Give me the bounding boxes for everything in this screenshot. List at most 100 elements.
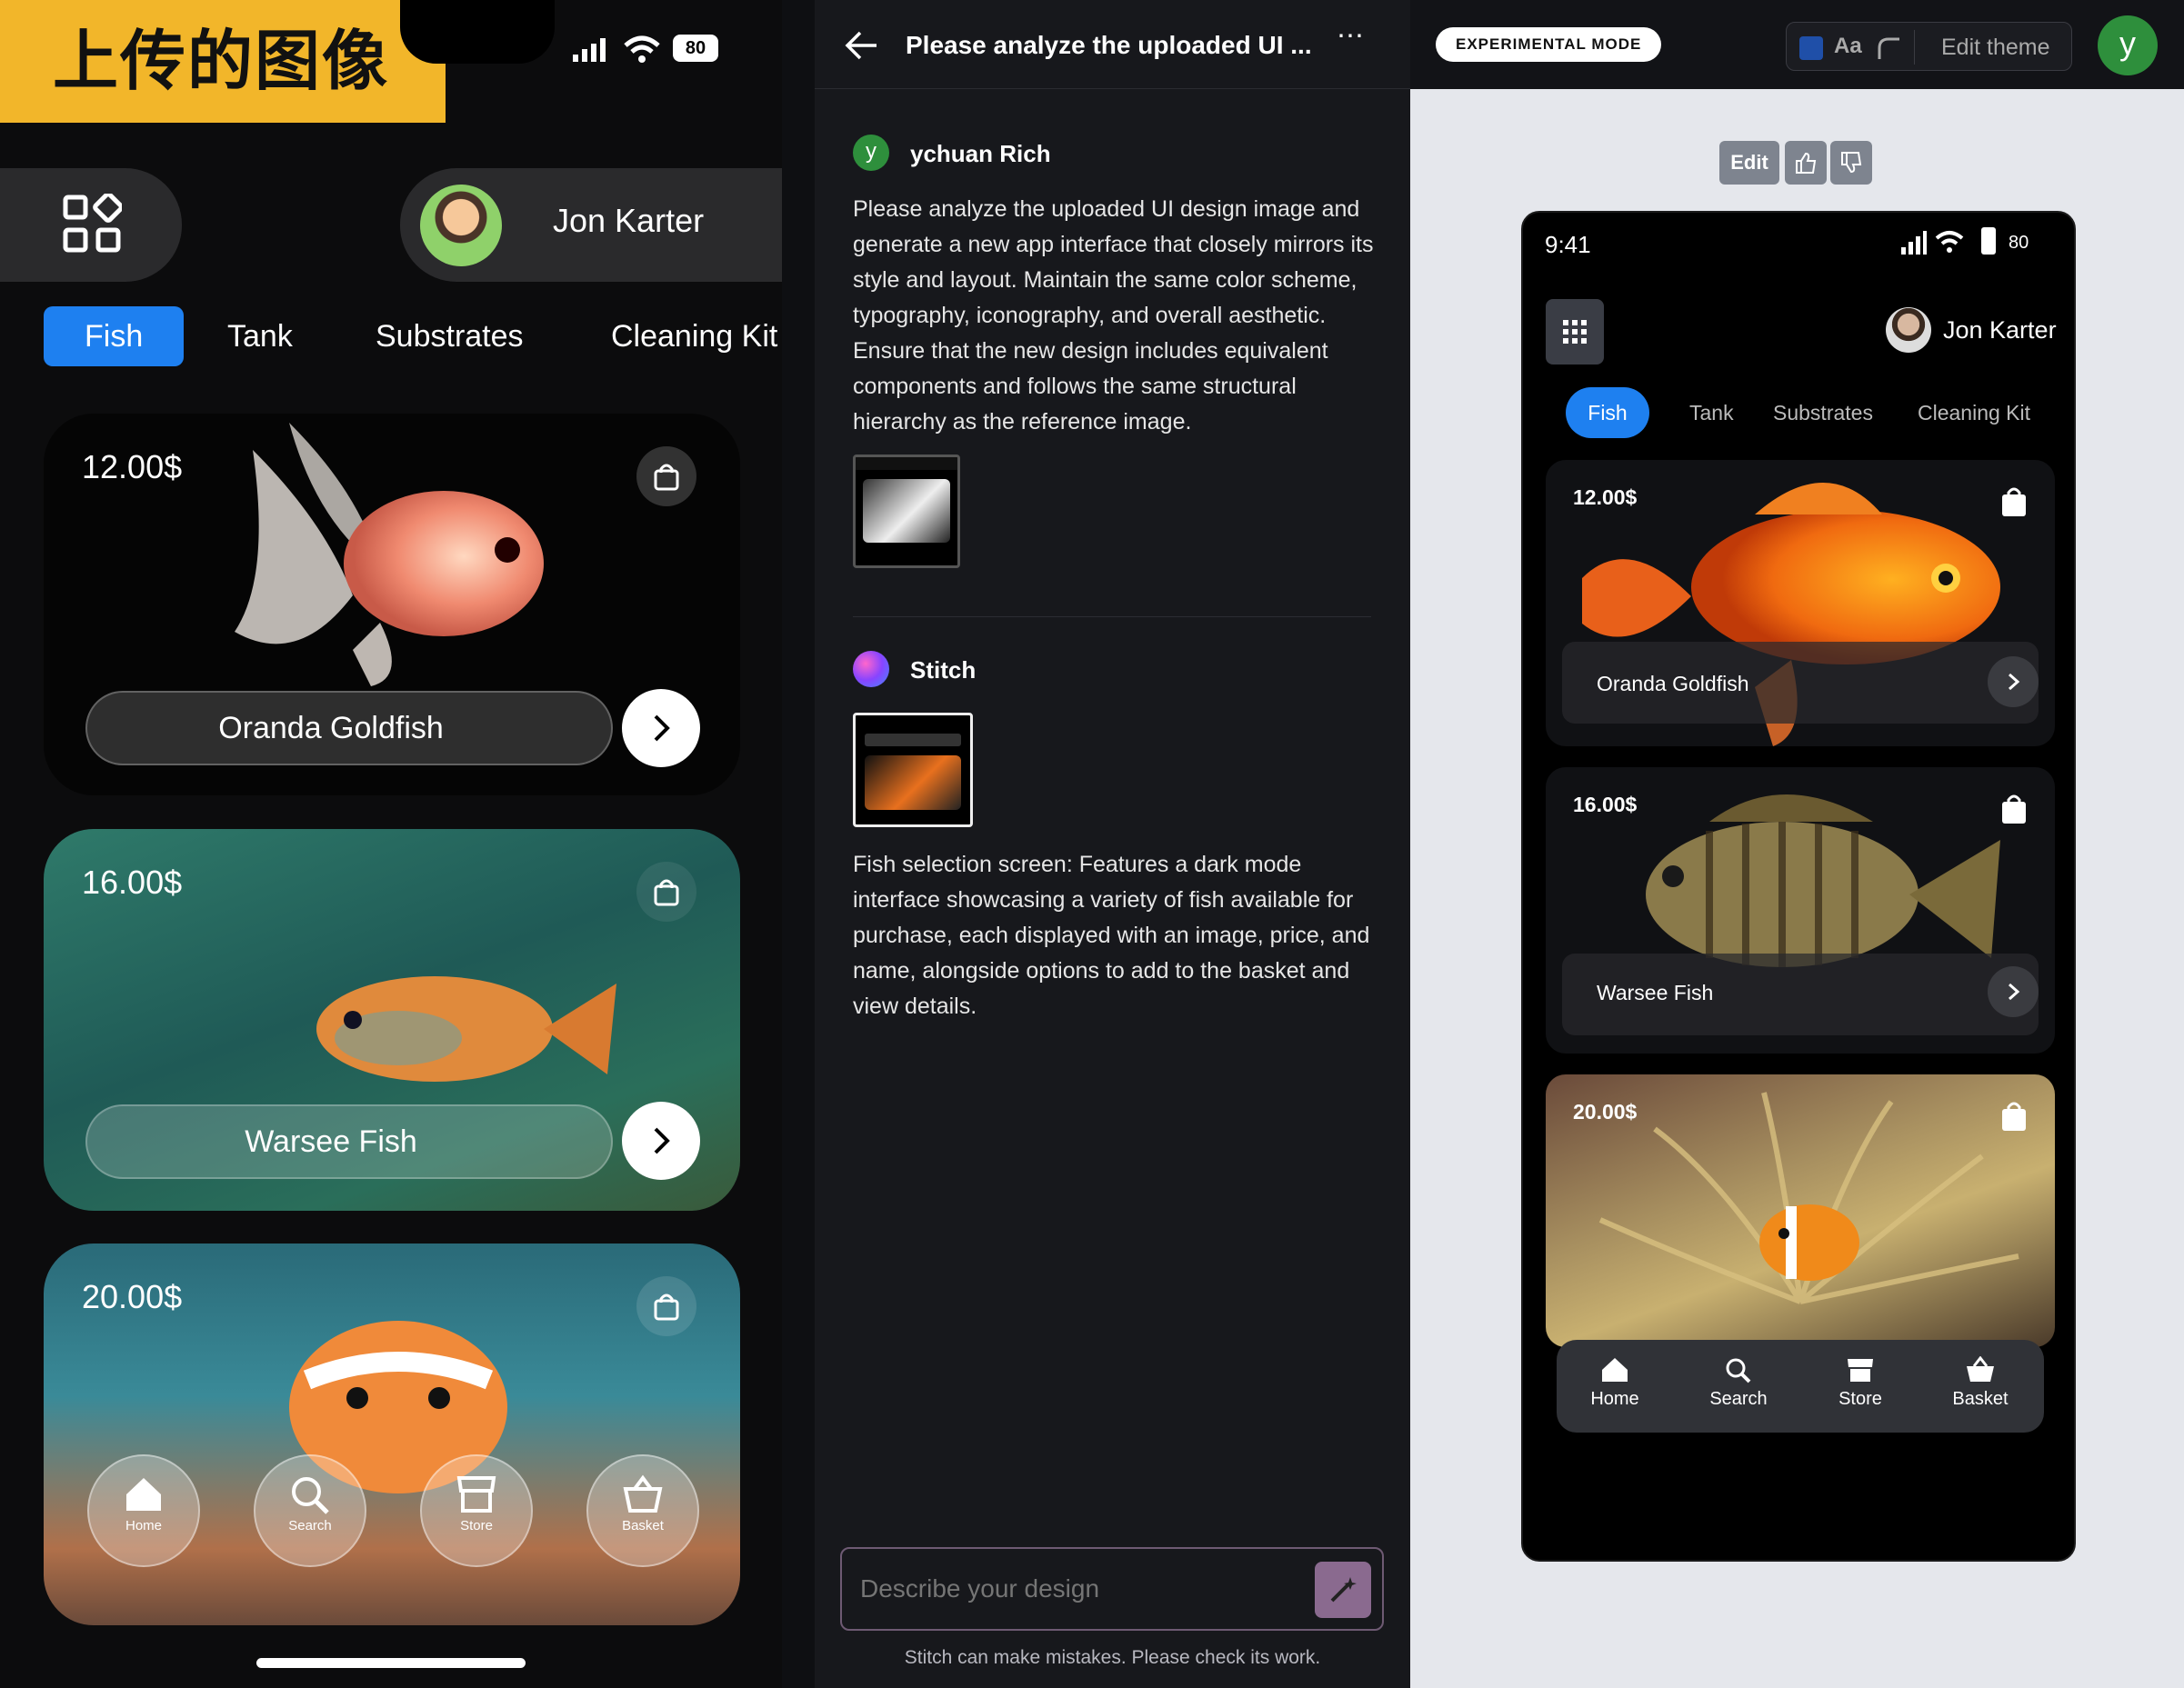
signal-icon xyxy=(1901,231,1927,255)
tab-fish[interactable]: Fish xyxy=(44,306,185,366)
product-price: 20.00$ xyxy=(1573,1100,1638,1124)
tab-tank[interactable]: Tank xyxy=(1689,401,1734,425)
add-to-basket-button[interactable] xyxy=(636,446,696,506)
nav-label: Basket xyxy=(1952,1389,2009,1409)
product-card[interactable]: 20.00$ xyxy=(1546,1074,2055,1347)
store-icon xyxy=(1848,1359,1873,1382)
tab-substrates[interactable]: Substrates xyxy=(376,306,524,366)
thumbs-up-button[interactable] xyxy=(1785,141,1827,185)
nav-search[interactable]: Search xyxy=(1693,1356,1784,1410)
nav-home[interactable]: Home xyxy=(87,1454,200,1567)
back-arrow-icon[interactable] xyxy=(844,29,880,62)
nav-label: Home xyxy=(125,1518,162,1533)
phone-preview: 9:41 80 Jon Karter Fish Tank Substrates … xyxy=(1521,211,2076,1562)
product-name: Warsee Fish xyxy=(85,1104,613,1179)
basket-icon xyxy=(1967,1355,1994,1382)
battery-percent: 80 xyxy=(2009,233,2029,253)
wifi-icon xyxy=(624,35,660,63)
tab-substrates[interactable]: Substrates xyxy=(1773,401,1873,425)
view-details-button[interactable] xyxy=(1988,966,2039,1017)
product-name: Oranda Goldfish xyxy=(85,691,613,765)
tab-tank[interactable]: Tank xyxy=(227,306,293,366)
avatar xyxy=(420,185,502,266)
home-icon xyxy=(126,1478,161,1511)
home-indicator xyxy=(256,1658,526,1668)
more-options-icon[interactable]: ⋯ xyxy=(1337,20,1364,52)
font-selector[interactable]: Aa xyxy=(1834,34,1862,59)
nav-home[interactable]: Home xyxy=(1569,1356,1660,1410)
basket-icon xyxy=(623,1474,663,1513)
tab-fish[interactable]: Fish xyxy=(1566,387,1649,438)
store-icon xyxy=(456,1476,496,1513)
shopping-bag-icon[interactable] xyxy=(2000,793,2028,825)
goldfish-image xyxy=(235,423,544,686)
tab-cleaning-kit[interactable]: Cleaning Kit xyxy=(1918,401,2030,425)
thumbs-up-icon xyxy=(1796,152,1817,174)
bot-message: Fish selection screen: Features a dark m… xyxy=(853,852,1370,1019)
preview-toolbar: EXPERIMENTAL MODE Aa Edit theme y xyxy=(1410,0,2184,89)
nav-search[interactable]: Search xyxy=(254,1454,366,1567)
menu-button[interactable] xyxy=(1546,299,1604,365)
chat-panel: Please analyze the uploaded UI ... ⋯ y y… xyxy=(815,0,1410,1688)
edit-theme-button[interactable]: Edit theme xyxy=(1941,35,2050,61)
user-name: Jon Karter xyxy=(553,202,705,239)
product-card[interactable]: 16.00$ Warsee Fish xyxy=(44,829,740,1211)
thumbs-down-icon xyxy=(1841,152,1862,174)
dynamic-island xyxy=(400,0,555,64)
user-avatar: y xyxy=(853,135,889,171)
nav-basket[interactable]: Basket xyxy=(1935,1355,2026,1410)
tab-cleaning-kit[interactable]: Cleaning Kit xyxy=(611,306,777,366)
search-icon xyxy=(1726,1358,1751,1383)
chat-title: Please analyze the uploaded UI ... xyxy=(906,31,1312,59)
theme-controls[interactable]: Aa Edit theme xyxy=(1786,22,2072,71)
design-prompt-box[interactable] xyxy=(840,1547,1384,1631)
thumbs-down-button[interactable] xyxy=(1830,141,1872,185)
product-price: 16.00$ xyxy=(82,864,183,901)
uploaded-image-label: 上传的图像 xyxy=(0,0,446,123)
view-details-button[interactable] xyxy=(622,1102,700,1180)
view-details-button[interactable] xyxy=(1988,656,2039,707)
nav-basket[interactable]: Basket xyxy=(586,1454,699,1567)
nav-label: Search xyxy=(1709,1389,1768,1409)
product-name: Oranda Goldfish xyxy=(1597,672,1749,695)
product-card[interactable]: 16.00$ Warsee Fish xyxy=(1546,767,2055,1054)
product-info-strip: Warsee Fish xyxy=(1562,954,2039,1035)
edit-button[interactable]: Edit xyxy=(1719,141,1779,185)
product-card[interactable]: 20.00$ Home Search Store Basket xyxy=(44,1244,740,1625)
product-card[interactable]: 12.00$ Oranda Goldfish xyxy=(44,414,740,795)
product-name: Warsee Fish xyxy=(1597,981,1714,1004)
avatar[interactable] xyxy=(1886,307,1931,353)
warsee-fish-image xyxy=(316,976,616,1082)
view-details-button[interactable] xyxy=(622,689,700,767)
shopping-bag-icon[interactable] xyxy=(2000,485,2028,518)
add-to-basket-button[interactable] xyxy=(636,862,696,922)
battery-icon xyxy=(1981,227,1996,255)
home-icon xyxy=(1602,1358,1628,1382)
account-avatar[interactable]: y xyxy=(2098,15,2158,75)
divider xyxy=(853,616,1371,617)
shopping-bag-icon[interactable] xyxy=(2000,1100,2028,1133)
experimental-mode-badge[interactable]: EXPERIMENTAL MODE xyxy=(1436,27,1662,62)
chevron-right-icon xyxy=(654,714,670,742)
nav-store[interactable]: Store xyxy=(1815,1356,1906,1410)
product-card[interactable]: 12.00$ Oranda Goldfish xyxy=(1546,460,2055,746)
shopping-bag-icon xyxy=(654,879,679,906)
nav-store[interactable]: Store xyxy=(420,1454,533,1567)
color-swatch[interactable] xyxy=(1799,36,1823,60)
grid-menu-icon xyxy=(1563,320,1587,344)
wifi-icon xyxy=(1935,231,1964,253)
disclaimer: Stitch can make mistakes. Please check i… xyxy=(904,1647,1321,1668)
generated-design-thumbnail[interactable] xyxy=(853,713,973,827)
divider xyxy=(1914,30,1915,65)
chevron-right-icon xyxy=(2009,673,2020,691)
uploaded-image-thumbnail[interactable] xyxy=(853,454,960,568)
generate-button[interactable] xyxy=(1315,1562,1371,1618)
add-to-basket-button[interactable] xyxy=(636,1276,696,1336)
menu-button[interactable] xyxy=(0,168,182,282)
bot-name: Stitch xyxy=(910,656,977,684)
corner-radius-icon[interactable] xyxy=(1876,35,1901,61)
shopping-bag-icon xyxy=(654,1293,679,1321)
chat-header: Please analyze the uploaded UI ... ⋯ xyxy=(815,0,1410,89)
design-prompt-input[interactable] xyxy=(860,1567,1297,1611)
nav-label: Store xyxy=(1838,1389,1882,1409)
